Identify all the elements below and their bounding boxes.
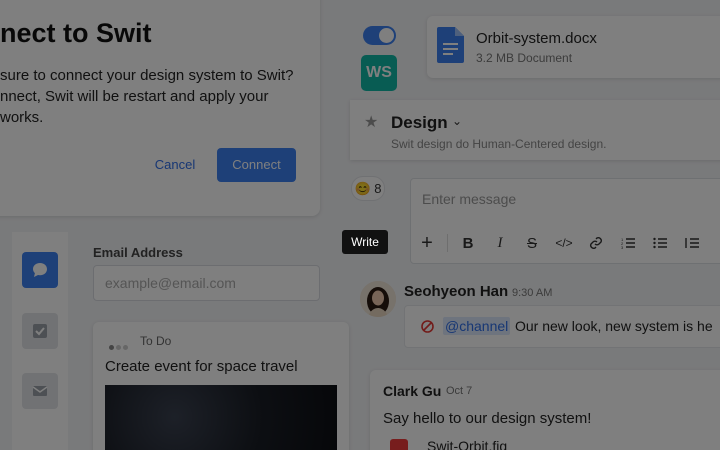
side-navigation [12,232,68,450]
connect-dialog: nect to Swit sure to connect your design… [0,0,320,216]
message-composer: + B I S </> 123 [410,178,720,264]
dialog-message: sure to connect your design system to Sw… [0,65,300,128]
toolbar-divider [447,234,448,252]
mail-icon [32,386,48,396]
reaction-chip[interactable]: 😊 8 [351,176,385,201]
message-timestamp: Oct 7 [446,385,473,397]
nav-chat-button[interactable] [22,252,58,288]
avatar[interactable] [360,281,396,317]
bullet-list-icon[interactable] [644,229,676,257]
todo-status: To Do [140,334,172,348]
chat-icon [33,263,47,277]
dialog-title: nect to Swit [0,18,152,48]
write-tooltip: Write [342,230,388,254]
message-bubble: @channel Our new look, new system is he [404,305,720,348]
nav-task-button[interactable] [22,313,58,349]
cancel-button[interactable]: Cancel [150,148,200,182]
checkbox-icon [33,324,47,338]
file-meta: 3.2 MB Document [476,51,573,65]
dialog-message-line: sure to connect your design system to Sw… [0,67,294,84]
channel-name[interactable]: Design [391,113,448,133]
smile-emoji-icon: 😊 [354,181,371,196]
email-field[interactable] [93,265,320,301]
italic-icon[interactable]: I [484,229,516,257]
message-input[interactable] [411,179,720,219]
message-text: Our new look, new system is he [515,318,713,334]
bold-icon[interactable]: B [452,229,484,257]
status-dots-icon [109,337,130,355]
blocked-icon [421,320,434,333]
document-icon [437,27,464,63]
formatting-toolbar: + B I S </> 123 [411,228,708,258]
nav-mail-button[interactable] [22,373,58,409]
channel-mention[interactable]: @channel [443,317,511,335]
todo-card[interactable]: To Do Create event for space travel [93,322,349,450]
link-icon[interactable] [580,229,612,257]
code-icon[interactable]: </> [548,229,580,257]
message-author[interactable]: Clark Gu [383,383,441,399]
ordered-list-icon[interactable]: 123 [612,229,644,257]
message-timestamp: 9:30 AM [512,287,553,299]
message-text: Say hello to our design system! [383,410,592,427]
attachment-name[interactable]: Swit-Orbit.fig [427,438,507,450]
star-icon[interactable]: ★ [364,112,378,132]
plus-icon[interactable]: + [411,229,443,257]
message-author[interactable]: Seohyeon Han [404,283,508,300]
file-card[interactable]: Orbit-system.docx 3.2 MB Document [427,16,720,78]
toggle-knob [379,28,394,43]
todo-cover-image [105,385,337,450]
figma-file-icon [390,439,408,450]
connect-button[interactable]: Connect [217,148,296,182]
chevron-down-icon[interactable]: ⌄ [452,114,462,128]
dialog-message-line: nnect, Swit will be restart and apply yo… [0,88,269,105]
dialog-message-line: works. [0,109,44,126]
reaction-count: 8 [374,181,382,196]
message-card: Clark Gu Oct 7 Say hello to our design s… [370,370,720,450]
strike-icon[interactable]: S [516,229,548,257]
channel-header: ★ Design ⌄ Swit design do Human-Centered… [350,100,720,160]
svg-text:3: 3 [621,245,624,250]
email-label: Email Address [93,245,183,260]
toggle-switch[interactable] [363,26,396,45]
channel-description: Swit design do Human-Centered design. [391,137,607,151]
todo-title: Create event for space travel [105,358,298,375]
workspace-badge[interactable]: WS [361,55,397,91]
indent-list-icon[interactable] [676,229,708,257]
file-name: Orbit-system.docx [476,30,597,47]
